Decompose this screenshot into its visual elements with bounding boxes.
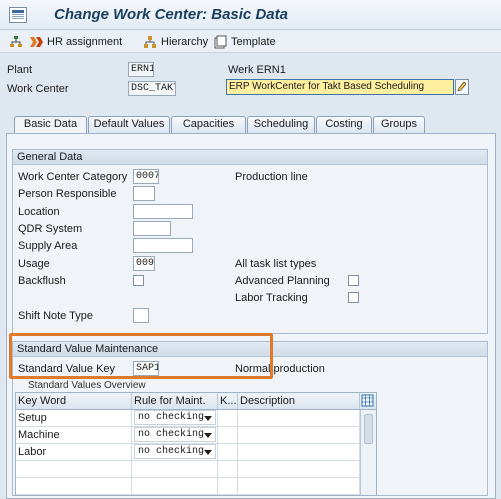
column-header-k[interactable]: K...	[218, 393, 238, 410]
row-2-key-word: Machine	[16, 427, 132, 444]
row-1-k-cell[interactable]	[218, 410, 238, 427]
network-icon	[10, 36, 22, 47]
person-responsible-field[interactable]	[133, 186, 155, 201]
empty-row-cell[interactable]	[16, 461, 132, 478]
menu-icon[interactable]	[9, 7, 27, 23]
empty-row-cell[interactable]	[218, 478, 238, 495]
usage-description: All task list types	[235, 258, 317, 270]
hr-assignment-button[interactable]: HR assignment	[29, 34, 122, 50]
work-center-description-field[interactable]: ERP WorkCenter for Takt Based Scheduling	[226, 79, 454, 95]
table-vertical-scrollbar[interactable]	[360, 410, 376, 495]
category-field[interactable]: 0007	[133, 169, 159, 184]
labor-tracking-checkbox[interactable]	[348, 292, 359, 303]
empty-row-cell[interactable]	[218, 461, 238, 478]
row-2-rule-dropdown[interactable]: no checking	[134, 427, 216, 442]
row-1-rule-value: no checking	[138, 412, 205, 423]
shift-note-type-label: Shift Note Type	[18, 310, 94, 322]
row-1-key-word: Setup	[16, 410, 132, 427]
table-settings-button[interactable]	[360, 393, 376, 410]
row-2-rule-cell: no checking	[132, 427, 218, 444]
plant-description: Werk ERN1	[228, 64, 286, 76]
advanced-planning-checkbox[interactable]	[348, 275, 359, 286]
hierarchy-button[interactable]: Hierarchy	[143, 34, 208, 50]
dropdown-arrow-icon	[204, 433, 212, 438]
template-icon	[214, 35, 227, 49]
annotation-highlight-box	[9, 333, 273, 379]
row-3-k-cell[interactable]	[218, 444, 238, 461]
row-1-rule-cell: no checking	[132, 410, 218, 427]
row-2-k-cell[interactable]	[218, 427, 238, 444]
supply-area-field[interactable]	[133, 238, 193, 253]
labor-tracking-label: Labor Tracking	[235, 292, 308, 304]
hierarchy-icon	[144, 36, 156, 48]
standard-values-table: Key Word Rule for Maint. K... Descriptio…	[15, 392, 377, 496]
hierarchy-label: Hierarchy	[161, 36, 209, 48]
general-data-title: General Data	[13, 150, 487, 165]
tab-basic-data[interactable]: Basic Data	[14, 116, 87, 134]
column-header-key-word[interactable]: Key Word	[16, 393, 132, 410]
empty-row-cell[interactable]	[132, 461, 218, 478]
column-header-description[interactable]: Description	[238, 393, 360, 410]
row-1-description-cell	[238, 410, 360, 427]
application-toolbar: HR assignment Hierarchy Template	[0, 31, 501, 53]
work-center-field[interactable]: DSC_TAKT	[128, 81, 176, 96]
location-field[interactable]	[133, 204, 193, 219]
backflush-checkbox[interactable]	[133, 275, 144, 286]
row-3-rule-dropdown[interactable]: no checking	[134, 444, 216, 459]
tab-groups[interactable]: Groups	[373, 116, 425, 133]
title-bar: Change Work Center: Basic Data	[0, 0, 501, 30]
pencil-icon	[457, 81, 467, 92]
tab-default-values[interactable]: Default Values	[88, 116, 170, 133]
other-object-button[interactable]	[9, 34, 23, 50]
row-1-rule-dropdown[interactable]: no checking	[134, 410, 216, 425]
location-label: Location	[18, 206, 60, 218]
advanced-planning-label: Advanced Planning	[235, 275, 330, 287]
row-3-description-cell	[238, 444, 360, 461]
tab-capacities[interactable]: Capacities	[171, 116, 246, 133]
edit-long-text-button[interactable]	[455, 79, 469, 95]
hr-assignment-icon	[30, 37, 43, 47]
template-label: Template	[231, 36, 276, 48]
tab-costing[interactable]: Costing	[316, 116, 372, 133]
usage-field[interactable]: 009	[133, 256, 155, 271]
row-3-rule-cell: no checking	[132, 444, 218, 461]
plant-label: Plant	[7, 64, 33, 76]
person-responsible-label: Person Responsible	[18, 188, 117, 200]
column-header-rule[interactable]: Rule for Maint.	[132, 393, 218, 410]
dropdown-arrow-icon	[204, 450, 212, 455]
page-title: Change Work Center: Basic Data	[54, 6, 288, 23]
supply-area-label: Supply Area	[18, 240, 78, 252]
empty-row-cell[interactable]	[16, 478, 132, 495]
scrollbar-thumb[interactable]	[364, 414, 373, 444]
plant-field[interactable]: ERN1	[128, 62, 154, 77]
backflush-label: Backflush	[18, 275, 66, 287]
standard-values-overview-title: Standard Values Overview	[28, 380, 146, 391]
category-description: Production line	[235, 171, 308, 183]
row-3-rule-value: no checking	[138, 446, 205, 457]
row-2-rule-value: no checking	[138, 429, 205, 440]
tab-scheduling[interactable]: Scheduling	[247, 116, 315, 133]
tab-panel-basic-data: General Data Work Center Category 0007 P…	[6, 133, 496, 499]
shift-note-type-field[interactable]	[133, 308, 149, 323]
row-2-description-cell	[238, 427, 360, 444]
empty-row-cell[interactable]	[238, 461, 360, 478]
qdr-system-label: QDR System	[18, 223, 83, 235]
general-data-group: General Data Work Center Category 0007 P…	[12, 149, 488, 334]
category-label: Work Center Category	[18, 171, 128, 183]
qdr-system-field[interactable]	[133, 221, 171, 236]
table-settings-icon	[361, 394, 374, 407]
template-button[interactable]: Template	[213, 34, 276, 50]
main-content: Plant ERN1 Werk ERN1 Work Center DSC_TAK…	[0, 54, 501, 499]
hr-assignment-label: HR assignment	[47, 36, 123, 48]
row-3-key-word: Labor	[16, 444, 132, 461]
empty-row-cell[interactable]	[132, 478, 218, 495]
empty-row-cell[interactable]	[238, 478, 360, 495]
dropdown-arrow-icon	[204, 416, 212, 421]
usage-label: Usage	[18, 258, 50, 270]
work-center-label: Work Center	[7, 83, 69, 95]
